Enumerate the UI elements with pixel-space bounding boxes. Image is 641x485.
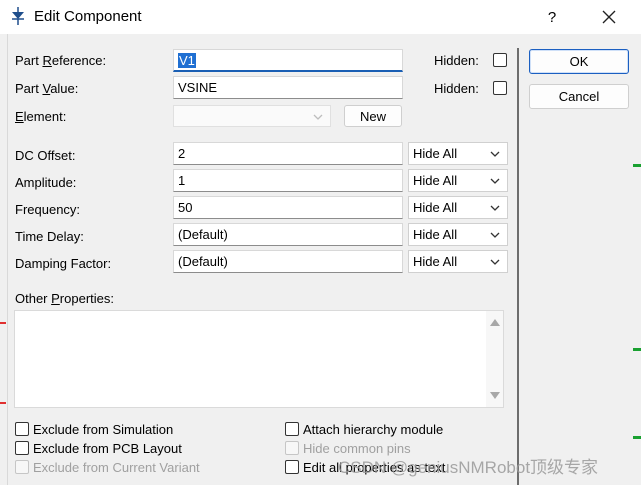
ok-button[interactable]: OK [529,49,629,74]
property-label-amplitude: Amplitude: [15,175,77,190]
time-delay-visibility-select[interactable]: Hide All [408,223,508,246]
right-frame [631,34,641,485]
visibility-value: Hide All [413,254,458,269]
time-delay-input[interactable]: (Default) [173,223,403,246]
new-element-button[interactable]: New [344,105,402,127]
background-mark [0,322,6,324]
property-label-damping-factor: Damping Factor: [15,256,112,271]
part-reference-label: Part Reference: [15,53,107,68]
other-properties-label: Other Properties: [15,291,114,306]
left-frame [0,34,8,485]
element-select[interactable] [173,105,331,127]
other-properties-textarea[interactable] [14,310,504,408]
exclude-simulation-label: Exclude from Simulation [33,422,174,437]
edit-properties-text-checkbox[interactable] [285,460,299,474]
scroll-up-icon[interactable] [490,319,500,326]
background-mark [0,402,6,404]
component-app-icon [12,7,24,25]
property-label-time-delay: Time Delay: [15,229,84,244]
visibility-value: Hide All [413,227,458,242]
chevron-down-icon [490,259,500,265]
damping-factor-visibility-select[interactable]: Hide All [408,250,508,273]
part-reference-input[interactable]: V1 [173,49,403,72]
exclude-variant-checkbox [15,460,29,474]
help-button[interactable]: ? [538,4,566,30]
window-title: Edit Component [34,8,142,25]
background-mark [633,164,641,167]
scroll-down-icon[interactable] [490,392,500,399]
hide-common-pins-checkbox [285,441,299,455]
exclude-simulation-checkbox[interactable] [15,422,29,436]
other-properties-scrollbar[interactable] [486,311,503,407]
property-label-dc-offset: DC Offset: [15,148,76,163]
dc-offset-input[interactable]: 2 [173,142,403,165]
dc-offset-visibility-select[interactable]: Hide All [408,142,508,165]
frequency-input[interactable]: 50 [173,196,403,219]
background-mark [633,348,641,351]
part-reference-hidden-label: Hidden: [434,53,479,68]
cancel-button[interactable]: Cancel [529,84,629,109]
visibility-value: Hide All [413,200,458,215]
chevron-down-icon [490,151,500,157]
vertical-separator [517,48,519,485]
background-mark [633,436,641,439]
frequency-visibility-select[interactable]: Hide All [408,196,508,219]
chevron-down-icon [490,232,500,238]
part-value-label: Part Value: [15,81,79,96]
watermark-text: CSDN @geniusNMRobot顶级专家 [338,458,599,477]
close-icon [602,10,616,24]
property-label-frequency: Frequency: [15,202,81,217]
chevron-down-icon [313,114,323,120]
visibility-value: Hide All [413,173,458,188]
part-reference-value: V1 [178,53,196,68]
close-button[interactable] [594,4,624,30]
amplitude-visibility-select[interactable]: Hide All [408,169,508,192]
part-value-hidden-checkbox[interactable] [493,81,507,95]
exclude-variant-label: Exclude from Current Variant [33,460,200,475]
chevron-down-icon [490,205,500,211]
attach-hierarchy-label: Attach hierarchy module [303,422,444,437]
visibility-value: Hide All [413,146,458,161]
attach-hierarchy-checkbox[interactable] [285,422,299,436]
element-label: Element: [15,109,67,124]
part-reference-hidden-checkbox[interactable] [493,53,507,67]
damping-factor-input[interactable]: (Default) [173,250,403,273]
exclude-pcb-checkbox[interactable] [15,441,29,455]
chevron-down-icon [490,178,500,184]
amplitude-input[interactable]: 1 [173,169,403,192]
part-value-hidden-label: Hidden: [434,81,479,96]
part-value-input[interactable]: VSINE [173,76,403,99]
exclude-pcb-label: Exclude from PCB Layout [33,441,182,456]
